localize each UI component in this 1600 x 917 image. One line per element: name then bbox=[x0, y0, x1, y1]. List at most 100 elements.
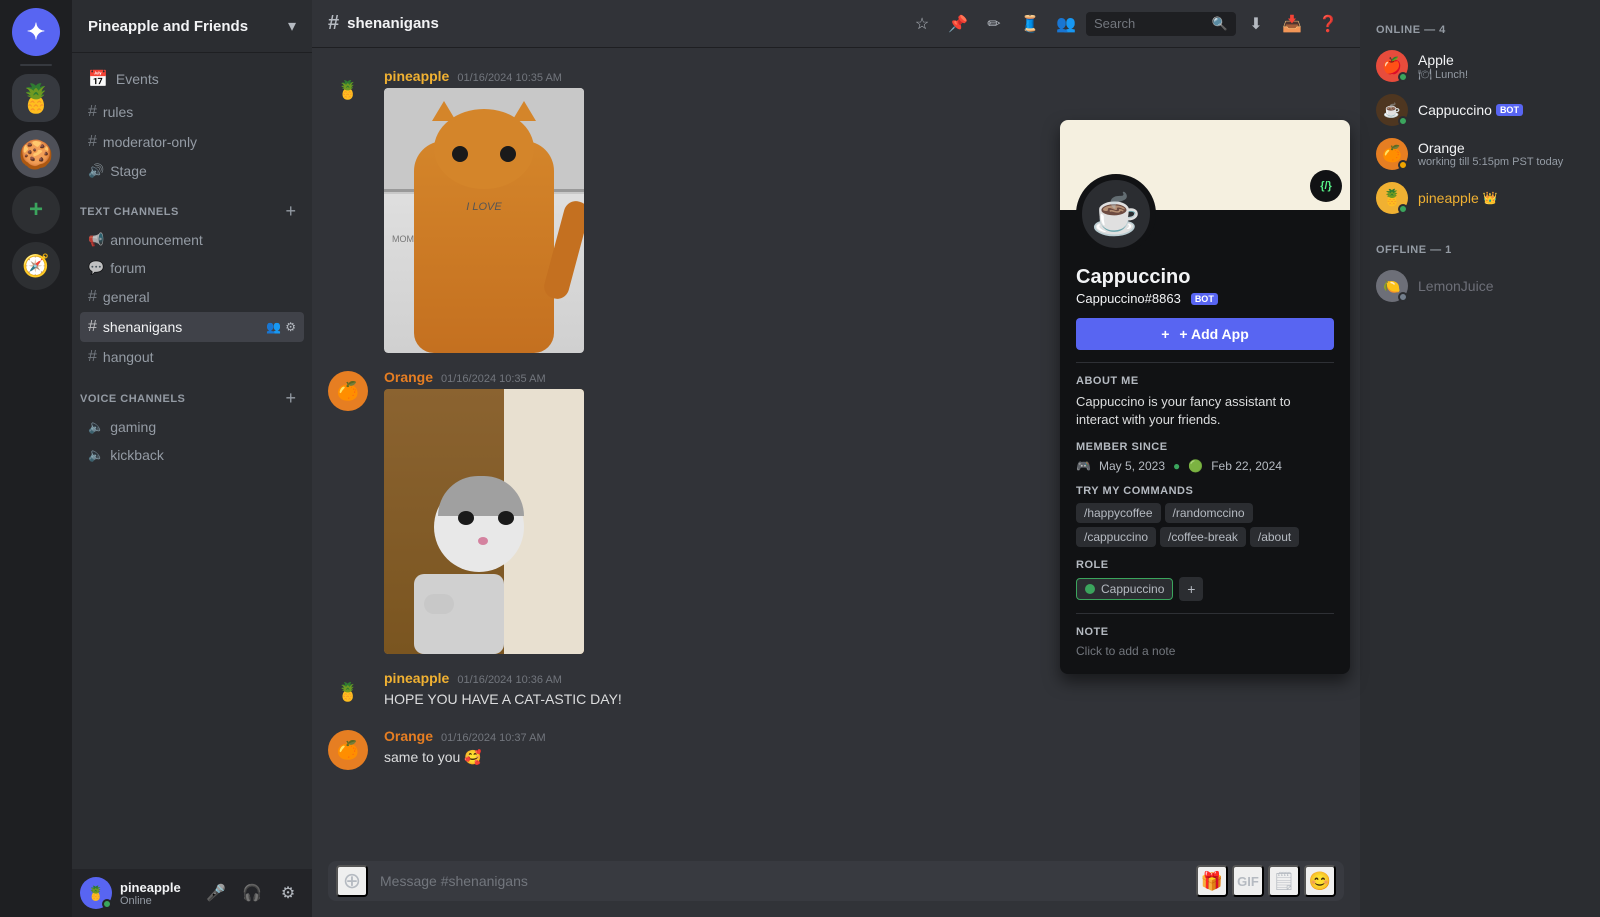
sidebar-item-gaming[interactable]: 🔈 gaming bbox=[80, 413, 304, 441]
hangout-label: hangout bbox=[103, 349, 154, 365]
hash-shenanigans-icon: # bbox=[88, 318, 97, 336]
message-input-bar: ⊕ 🎁 GIF 🗒 😊 bbox=[328, 861, 1344, 901]
sidebar-item-rules[interactable]: # rules bbox=[80, 97, 304, 127]
member-cappuccino[interactable]: ☕ Cappuccino BOT bbox=[1368, 88, 1592, 132]
members-button[interactable]: 👥 bbox=[1050, 8, 1082, 40]
server-name: Pineapple and Friends bbox=[88, 18, 248, 35]
help-button[interactable]: ❓ bbox=[1312, 8, 1344, 40]
gif-button[interactable]: GIF bbox=[1232, 865, 1264, 897]
member-icon[interactable]: 👥 bbox=[266, 320, 281, 334]
author-pineapple-1[interactable]: pineapple bbox=[384, 68, 449, 84]
sidebar-item-hangout[interactable]: # hangout bbox=[80, 342, 304, 372]
sidebar-item-shenanigans[interactable]: # shenanigans 👥 ⚙ bbox=[80, 312, 304, 342]
search-bar[interactable]: Search 🔍 bbox=[1086, 12, 1236, 36]
role-section: ROLE Cappuccino + bbox=[1076, 559, 1334, 601]
download-button[interactable]: ⬇ bbox=[1240, 8, 1272, 40]
voice-gaming-icon: 🔈 bbox=[88, 419, 104, 435]
server-explore[interactable]: 🧭 bbox=[12, 242, 60, 290]
profile-name: Cappuccino bbox=[1076, 266, 1334, 289]
add-server-button[interactable]: + bbox=[12, 186, 60, 234]
profile-divider-2 bbox=[1076, 613, 1334, 614]
sidebar-item-stage[interactable]: 🔊 Stage bbox=[80, 157, 304, 185]
profile-banner: ☕ {/} bbox=[1060, 120, 1350, 210]
member-since-dates: 🎮 May 5, 2023 ● 🟢 Feb 22, 2024 bbox=[1076, 459, 1334, 473]
add-attachment-button[interactable]: ⊕ bbox=[336, 865, 368, 897]
text-channels-section[interactable]: TEXT CHANNELS + bbox=[72, 185, 312, 226]
add-channel-icon[interactable]: + bbox=[285, 201, 296, 222]
channel-header: # shenanigans ☆ 📌 ✏ 🧵 👥 Search 🔍 ⬇ 📥 ❓ bbox=[312, 0, 1360, 48]
command-cappuccino[interactable]: /cappuccino bbox=[1076, 527, 1156, 547]
mic-button[interactable]: 🎤 bbox=[200, 877, 232, 909]
user-info: pineapple Online bbox=[120, 880, 192, 907]
sidebar-item-forum[interactable]: 💬 forum bbox=[80, 254, 304, 282]
command-about[interactable]: /about bbox=[1250, 527, 1299, 547]
note-placeholder[interactable]: Click to add a note bbox=[1076, 644, 1334, 658]
member-lemonjuice[interactable]: 🍋 LemonJuice bbox=[1368, 264, 1592, 308]
profile-avatar: ☕ bbox=[1076, 174, 1156, 254]
command-coffee-break[interactable]: /coffee-break bbox=[1160, 527, 1246, 547]
server-cookie[interactable]: 🍪 bbox=[12, 130, 60, 178]
threads-button[interactable]: 🧵 bbox=[1014, 8, 1046, 40]
settings-button[interactable]: ⚙ bbox=[272, 877, 304, 909]
message-content-4: Orange 01/16/2024 10:37 AM same to you 🥰 bbox=[384, 728, 1344, 770]
sidebar-item-events[interactable]: 📅 Events bbox=[72, 61, 312, 97]
emoji-button[interactable]: 😊 bbox=[1304, 865, 1336, 897]
server-pineapple[interactable]: 🍍 bbox=[12, 74, 60, 122]
profile-code-icon: {/} bbox=[1310, 170, 1342, 202]
sidebar-item-kickback[interactable]: 🔈 kickback bbox=[80, 441, 304, 469]
edit-button[interactable]: ✏ bbox=[978, 8, 1010, 40]
author-pineapple-2[interactable]: pineapple bbox=[384, 670, 449, 686]
member-pineapple[interactable]: 🍍 pineapple 👑 bbox=[1368, 176, 1592, 220]
headphones-button[interactable]: 🎧 bbox=[236, 877, 268, 909]
commands-section: TRY MY COMMANDS /happycoffee /randomccin… bbox=[1076, 485, 1334, 547]
voice-channels-section[interactable]: VOICE CHANNELS + bbox=[72, 372, 312, 413]
profile-tag-text: Cappuccino#8863 bbox=[1076, 291, 1181, 306]
sticker-button[interactable]: 🗒 bbox=[1268, 865, 1300, 897]
timestamp-4: 01/16/2024 10:37 AM bbox=[441, 732, 546, 744]
discord-home-icon[interactable]: ✦ bbox=[12, 8, 60, 56]
author-orange-1[interactable]: Orange bbox=[384, 369, 433, 385]
profile-body: Cappuccino Cappuccino#8863 BOT + + Add A… bbox=[1060, 210, 1350, 674]
server-icon-small: 🟢 bbox=[1188, 459, 1203, 473]
events-label: Events bbox=[116, 71, 159, 87]
forum-label: forum bbox=[110, 260, 146, 276]
add-role-button[interactable]: + bbox=[1179, 577, 1203, 601]
about-me-section: ABOUT ME Cappuccino is your fancy assist… bbox=[1076, 375, 1334, 429]
add-app-button[interactable]: + + Add App bbox=[1076, 318, 1334, 350]
voice-kickback-icon: 🔈 bbox=[88, 447, 104, 463]
member-name-cappuccino: Cappuccino bbox=[1418, 102, 1492, 118]
server-list: ✦ 🍍 🍪 + 🧭 bbox=[0, 0, 72, 917]
message-image-1: I LOVE MOM bbox=[384, 88, 684, 353]
command-happycoffee[interactable]: /happycoffee bbox=[1076, 503, 1161, 523]
message-input-field[interactable] bbox=[372, 861, 1192, 901]
sidebar-item-moderator[interactable]: # moderator-only bbox=[80, 127, 304, 157]
sidebar-content: 📅 Events # rules # moderator-only 🔊 Stag… bbox=[72, 53, 312, 869]
member-orange[interactable]: 🍊 Orange working till 5:15pm PST today bbox=[1368, 132, 1592, 176]
settings-channel-icon[interactable]: ⚙ bbox=[285, 320, 296, 334]
add-voice-icon[interactable]: + bbox=[285, 388, 296, 409]
sidebar: Pineapple and Friends ▾ 📅 Events # rules… bbox=[72, 0, 312, 917]
inbox-button[interactable]: 📥 bbox=[1276, 8, 1308, 40]
chevron-down-icon: ▾ bbox=[288, 16, 296, 36]
sidebar-item-general[interactable]: # general bbox=[80, 282, 304, 312]
bot-badge-cappuccino: BOT bbox=[1496, 104, 1523, 116]
member-status-cappuccino bbox=[1398, 116, 1408, 126]
command-randomccino[interactable]: /randomccino bbox=[1165, 503, 1253, 523]
server-header[interactable]: Pineapple and Friends ▾ bbox=[72, 0, 312, 53]
sidebar-item-announcement[interactable]: 📢 announcement bbox=[80, 226, 304, 254]
timestamp-3: 01/16/2024 10:36 AM bbox=[457, 674, 562, 686]
member-info-apple: Apple 🍽 Lunch! bbox=[1418, 52, 1468, 81]
author-orange-2[interactable]: Orange bbox=[384, 728, 433, 744]
gift-button[interactable]: 🎁 bbox=[1196, 865, 1228, 897]
add-app-label: + Add App bbox=[1179, 326, 1248, 342]
member-info-orange: Orange working till 5:15pm PST today bbox=[1418, 140, 1563, 168]
pin-button[interactable]: 📌 bbox=[942, 8, 974, 40]
member-apple[interactable]: 🍎 Apple 🍽 Lunch! bbox=[1368, 44, 1592, 88]
channel-actions: 👥 ⚙ bbox=[266, 320, 296, 334]
announcement-icon: 📢 bbox=[88, 232, 104, 248]
avatar-orange-2: 🍊 bbox=[328, 730, 368, 770]
star-button[interactable]: ☆ bbox=[906, 8, 938, 40]
roles-list: Cappuccino + bbox=[1076, 577, 1334, 601]
stage-icon: 🔊 bbox=[88, 163, 104, 179]
dot-separator: ● bbox=[1173, 459, 1180, 473]
